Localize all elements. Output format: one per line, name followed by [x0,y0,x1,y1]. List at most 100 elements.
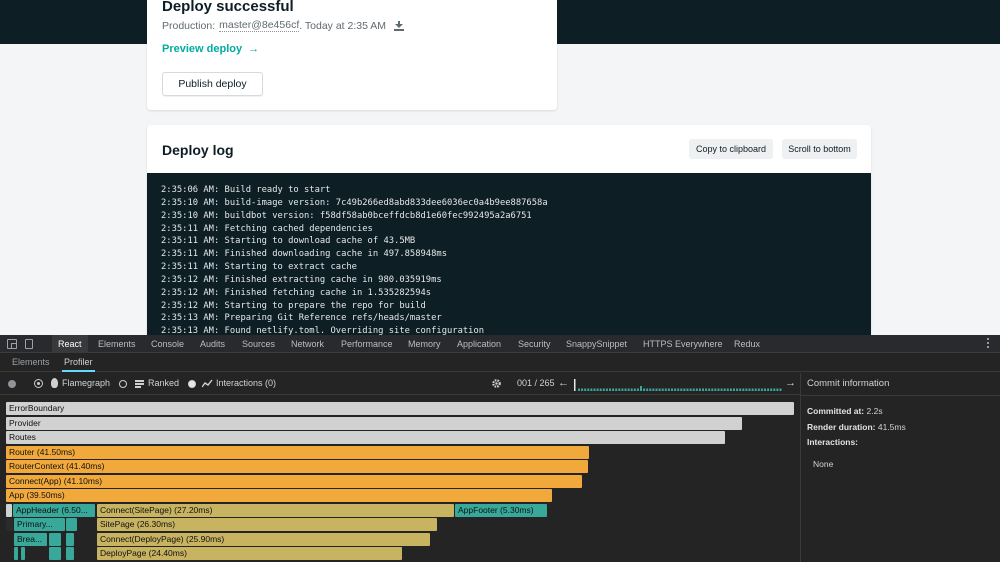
commit-tick[interactable] [720,388,723,392]
commit-tick[interactable] [680,388,683,392]
commit-tick[interactable] [751,388,754,392]
flame-bar-appheader[interactable]: AppHeader (6.50... [13,504,95,517]
commit-tick[interactable] [605,388,608,392]
commit-tick[interactable] [667,388,670,392]
ranked-radio[interactable] [119,380,127,388]
tab-network[interactable]: Network [291,335,324,353]
tab-performance[interactable]: Performance [341,335,393,353]
flamegraph-option[interactable]: Flamegraph [62,378,110,388]
commit-tick[interactable] [674,388,677,392]
commit-tick[interactable] [584,388,587,392]
tab-audits[interactable]: Audits [200,335,225,353]
commit-tick[interactable] [745,388,748,392]
commit-tick[interactable] [655,388,658,392]
flame-bar-errorboundary[interactable]: ErrorBoundary [6,402,794,415]
commit-tick[interactable] [711,388,714,392]
commit-tick[interactable] [686,388,689,392]
flame-bar-unnamed[interactable] [66,533,74,546]
commit-tick[interactable] [624,388,627,392]
tab-application[interactable]: Application [457,335,501,353]
flame-bar-routes[interactable]: Routes [6,431,725,444]
flame-bar-unnamed[interactable] [14,547,18,560]
commit-tick[interactable] [717,388,720,392]
flame-bar-breadcrumb[interactable]: Brea... [14,533,47,546]
tab-memory[interactable]: Memory [408,335,441,353]
flame-bar-connect-app[interactable]: Connect(App) (41.10ms) [6,475,582,488]
tab-elements[interactable]: Elements [98,335,136,353]
record-icon[interactable] [8,380,16,388]
commit-tick[interactable] [658,388,661,392]
commit-tick[interactable] [773,388,776,392]
flamegraph[interactable]: ErrorBoundary Provider Routes Router (41… [0,396,800,562]
commit-tick[interactable] [646,388,649,392]
flame-bar-appfooter[interactable]: AppFooter (5.30ms) [455,504,547,517]
deploy-ref[interactable]: master@8e456cf [219,19,300,32]
flame-bar-connect-deploypage[interactable]: Connect(DeployPage) (25.90ms) [97,533,430,546]
commit-tick[interactable] [764,388,766,392]
commit-tick[interactable] [736,388,739,392]
commit-tick[interactable] [757,388,760,392]
flame-bar-deploypage[interactable]: DeployPage (24.40ms) [97,547,402,560]
flame-bar-app[interactable]: App (39.50ms) [6,489,552,502]
commit-tick[interactable] [599,388,602,392]
commit-tick[interactable] [754,388,757,392]
commit-tick[interactable] [596,388,599,392]
commit-tick[interactable] [581,388,584,392]
commit-tick[interactable] [726,388,729,392]
commit-tick[interactable] [695,388,698,392]
commit-tick[interactable] [621,388,624,392]
commit-tick[interactable] [630,388,633,392]
tab-console[interactable]: Console [151,335,184,353]
flame-bar-provider[interactable]: Provider [6,417,742,430]
commit-tick[interactable] [640,386,642,391]
deploy-log-output[interactable]: 2:35:06 AM: Build ready to start 2:35:10… [147,173,871,335]
commit-tick[interactable] [671,388,673,392]
flame-bar-unnamed[interactable] [66,518,77,531]
inspect-element-icon[interactable] [7,339,17,349]
commit-tick[interactable] [612,388,615,392]
next-commit-button[interactable]: → [785,377,796,389]
download-icon[interactable] [394,20,405,31]
flame-bar-router[interactable]: Router (41.50ms) [6,446,589,459]
flame-bar-unnamed[interactable] [6,504,12,517]
commit-tick[interactable] [677,388,680,392]
commit-tick[interactable] [636,388,639,392]
tab-react[interactable]: React [52,335,88,353]
commit-tick[interactable] [767,388,770,392]
commit-tick[interactable] [729,388,732,392]
preview-deploy-link[interactable]: Preview deploy → [162,43,259,55]
prev-commit-button[interactable]: ← [558,377,569,389]
flame-bar-connect-sitepage[interactable]: Connect(SitePage) (27.20ms) [97,504,454,517]
flame-bar-unnamed[interactable] [6,518,13,531]
commit-tick[interactable] [618,388,621,392]
commit-tick[interactable] [661,388,664,392]
commit-tick[interactable] [708,388,711,392]
commit-tick[interactable] [652,388,655,392]
flame-bar-unnamed[interactable] [66,547,74,560]
subtab-profiler[interactable]: Profiler [62,354,95,372]
commit-selector-track[interactable] [574,379,782,391]
commit-tick[interactable] [590,388,593,392]
interactions-option[interactable]: Interactions (0) [216,378,276,388]
copy-to-clipboard-button[interactable]: Copy to clipboard [689,139,773,159]
commit-tick[interactable] [698,388,701,392]
flame-bar-unnamed[interactable] [49,547,61,560]
publish-deploy-button[interactable]: Publish deploy [162,72,263,96]
commit-tick[interactable] [593,388,596,392]
commit-tick[interactable] [602,388,605,392]
commit-tick[interactable] [723,388,726,392]
ranked-option[interactable]: Ranked [148,378,179,388]
commit-tick[interactable] [770,388,773,392]
interactions-radio[interactable] [188,380,196,388]
flame-bar-primary[interactable]: Primary... [14,518,65,531]
tab-sources[interactable]: Sources [242,335,275,353]
flame-bar-unnamed[interactable] [21,547,25,560]
commit-tick[interactable] [779,388,782,392]
commit-tick[interactable] [683,388,686,392]
commit-tick[interactable] [615,388,618,392]
flame-bar-sitepage[interactable]: SitePage (26.30ms) [97,518,437,531]
commit-tick[interactable] [742,388,745,392]
commit-tick[interactable] [739,388,742,392]
tab-snappysnippet[interactable]: SnappySnippet [566,335,627,353]
commit-tick[interactable] [714,388,717,392]
